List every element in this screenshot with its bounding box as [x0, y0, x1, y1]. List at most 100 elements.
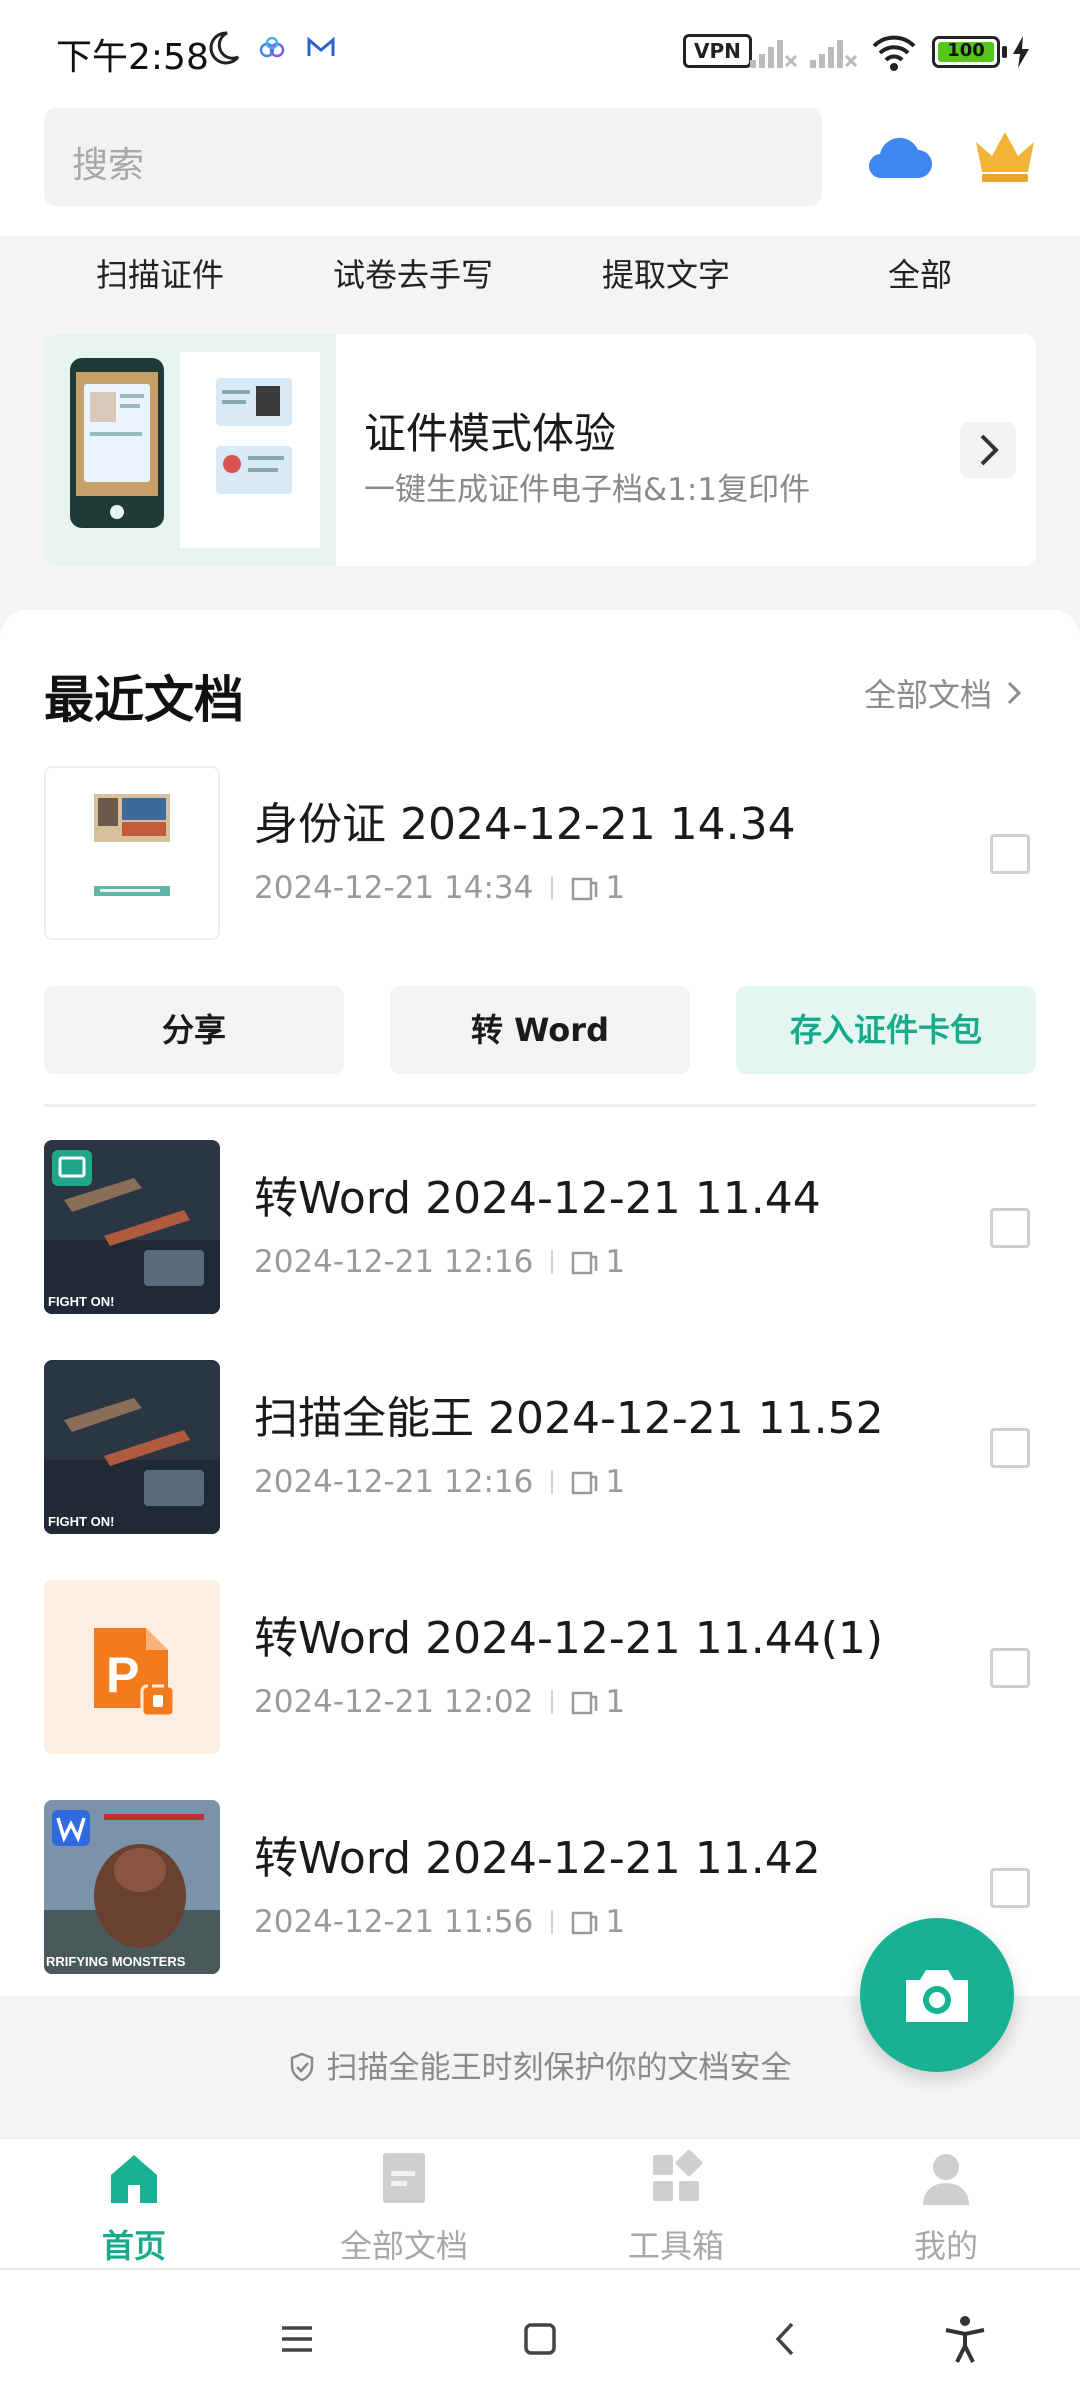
- search-placeholder: 搜索: [72, 145, 145, 186]
- document-page-count: 1: [605, 1464, 626, 1500]
- divider: [44, 1104, 1036, 1107]
- tab-extract-text[interactable]: 提取文字: [566, 250, 766, 296]
- svg-text:P: P: [106, 1647, 139, 1703]
- document-page-count: 1: [605, 870, 626, 906]
- document-thumbnail: [44, 766, 220, 940]
- camera-icon: [906, 1970, 968, 2022]
- save-to-card-wallet-button[interactable]: 存入证件卡包: [736, 986, 1036, 1074]
- document-date: 2024-12-21 12:02: [254, 1684, 534, 1720]
- all-documents-label: 全部文档: [863, 676, 992, 714]
- bottom-navigation: 首页 全部文档 工具箱 我的: [0, 2138, 1080, 2268]
- document-thumbnail: RRIFYING MONSTERS: [44, 1800, 220, 1974]
- document-checkbox[interactable]: [990, 1428, 1030, 1468]
- toolbox-grid-icon: [653, 2149, 703, 2201]
- document-date: 2024-12-21 12:16: [254, 1244, 534, 1280]
- section-title: 最近文档: [44, 671, 244, 729]
- moon-icon: [209, 31, 240, 65]
- battery-level: 100: [947, 40, 985, 61]
- document-page-count: 1: [605, 1904, 626, 1940]
- document-date: 2024-12-21 12:16: [254, 1464, 534, 1500]
- id-mode-promo-banner[interactable]: 证件模式体验 一键生成证件电子档&1:1复印件: [44, 334, 1036, 566]
- meta-separator: [551, 1250, 554, 1274]
- locked-ppt-file-icon: P: [94, 1628, 176, 1718]
- document-meta: 2024-12-21 14:34 1: [254, 870, 625, 906]
- document-checkbox[interactable]: [990, 834, 1030, 874]
- cloud-icon[interactable]: [864, 128, 934, 182]
- document-meta: 2024-12-21 12:16 1: [254, 1244, 625, 1280]
- all-documents-link[interactable]: 全部文档: [864, 670, 1024, 716]
- nav-all-documents-label: 全部文档: [339, 2227, 468, 2265]
- document-name: 扫描全能王 2024-12-21 11.52: [254, 1393, 884, 1444]
- status-time: 下午2:58: [56, 37, 209, 78]
- charging-icon: [1013, 36, 1029, 68]
- document-checkbox[interactable]: [990, 1208, 1030, 1248]
- game-screenshot-thumbnail: RRIFYING MONSTERS: [44, 1800, 220, 1974]
- home-icon: [111, 2155, 157, 2203]
- nav-home[interactable]: 首页: [34, 2149, 234, 2267]
- share-button[interactable]: 分享: [44, 986, 344, 1074]
- document-row[interactable]: 身份证 2024-12-21 14.34 2024-12-21 14:34 1: [0, 766, 1080, 942]
- battery-cap: [1002, 46, 1007, 58]
- home-square-icon[interactable]: [515, 2314, 565, 2364]
- document-checkbox[interactable]: [990, 1648, 1030, 1688]
- nav-home-label: 首页: [101, 2227, 166, 2265]
- system-navigation-bar: [0, 2268, 1080, 2400]
- user-icon: [923, 2154, 969, 2205]
- document-thumbnail: P: [44, 1580, 220, 1754]
- document-name: 身份证 2024-12-21 14.34: [254, 799, 796, 850]
- document-row[interactable]: FIGHT ON! 扫描全能王 2024-12-21 11.52 2024-12…: [0, 1360, 1080, 1536]
- tab-remove-handwriting[interactable]: 试卷去手写: [313, 250, 513, 296]
- page-count-icon: [572, 1471, 598, 1495]
- app-notification-icon: [259, 36, 285, 58]
- tab-scan-id[interactable]: 扫描证件: [60, 250, 260, 296]
- signal-icon: [810, 40, 858, 68]
- tab-all[interactable]: 全部: [820, 250, 1020, 296]
- nav-mine[interactable]: 我的: [846, 2149, 1046, 2267]
- accessibility-icon[interactable]: [940, 2314, 990, 2364]
- page-count-icon: [572, 1691, 598, 1715]
- document-date: 2024-12-21 11:56: [254, 1904, 534, 1940]
- document-name: 转Word 2024-12-21 11.42: [254, 1833, 821, 1884]
- header: 搜索: [0, 100, 1080, 236]
- document-row[interactable]: FIGHT ON! 转Word 2024-12-21 11.44 2024-12…: [0, 1140, 1080, 1316]
- camera-button[interactable]: [860, 1918, 1014, 2072]
- nav-all-documents[interactable]: 全部文档: [304, 2149, 504, 2267]
- document-page-count: 1: [605, 1244, 626, 1280]
- document-meta: 2024-12-21 12:02 1: [254, 1684, 625, 1720]
- promo-illustration: [44, 334, 336, 566]
- back-icon[interactable]: [762, 2314, 812, 2364]
- id-card-thumbnail: [94, 794, 170, 896]
- status-bar: 下午2:58 VPN 100: [0, 0, 1080, 100]
- document-name: 转Word 2024-12-21 11.44: [254, 1173, 821, 1224]
- document-row[interactable]: P 转Word 2024-12-21 11.44(1) 2024-12-21 1…: [0, 1580, 1080, 1756]
- document-icon: [383, 2153, 425, 2203]
- signal-icon: [750, 40, 798, 68]
- nav-toolbox[interactable]: 工具箱: [576, 2149, 776, 2267]
- chevron-right-icon: [980, 434, 999, 466]
- nav-toolbox-label: 工具箱: [627, 2227, 724, 2265]
- crown-icon[interactable]: [972, 124, 1038, 184]
- search-input[interactable]: 搜索: [44, 108, 822, 206]
- menu-icon[interactable]: [272, 2314, 322, 2364]
- meta-separator: [551, 1690, 554, 1714]
- convert-to-word-button[interactable]: 转 Word: [390, 986, 690, 1074]
- document-thumbnail: FIGHT ON!: [44, 1360, 220, 1534]
- document-meta: 2024-12-21 11:56 1: [254, 1904, 625, 1940]
- promo-arrow-button[interactable]: [960, 422, 1016, 478]
- promo-title: 证件模式体验: [364, 409, 617, 458]
- thumbnail-caption: FIGHT ON!: [48, 1294, 114, 1309]
- wifi-icon: [872, 35, 916, 71]
- shield-icon: [290, 2052, 313, 2082]
- document-meta: 2024-12-21 12:16 1: [254, 1464, 625, 1500]
- mail-app-icon: [307, 36, 335, 56]
- page-count-icon: [572, 877, 598, 901]
- document-thumbnail: FIGHT ON!: [44, 1140, 220, 1314]
- page-count-icon: [572, 1911, 598, 1935]
- chevron-right-icon: [1007, 681, 1022, 705]
- document-name: 转Word 2024-12-21 11.44(1): [254, 1613, 884, 1664]
- document-checkbox[interactable]: [990, 1868, 1030, 1908]
- document-date: 2024-12-21 14:34: [254, 870, 534, 906]
- thumbnail-caption: RRIFYING MONSTERS: [46, 1954, 186, 1969]
- vpn-badge: VPN: [683, 34, 752, 68]
- meta-separator: [551, 1910, 554, 1934]
